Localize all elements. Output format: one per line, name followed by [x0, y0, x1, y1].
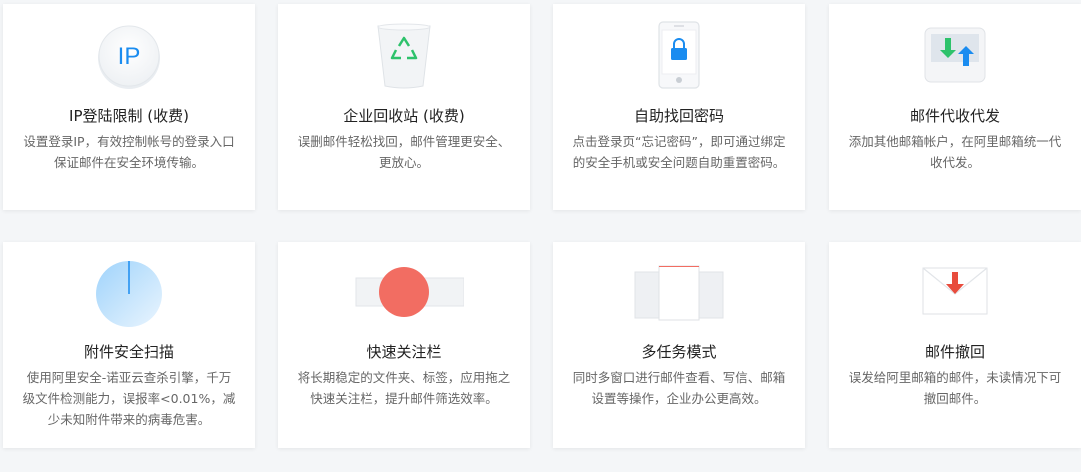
feature-title: 邮件撤回 [924, 343, 985, 361]
ip-icon-text: IP [118, 43, 141, 70]
feature-desc: 使用阿里安全-诺亚云查杀引擎，千万级文件检测能力，误报率<0.01%，减少未知附… [22, 370, 236, 427]
feature-title: 附件安全扫描 [83, 343, 174, 361]
feature-card-attachment-scan: 附件安全扫描 使用阿里安全-诺亚云查杀引擎，千万级文件检测能力，误报率<0.01… [3, 242, 255, 448]
quick-focus-icon [278, 258, 530, 330]
feature-desc: 误发给阿里邮箱的邮件，未读情况下可撤回邮件。 [848, 370, 1062, 406]
mail-recall-icon [829, 258, 1081, 330]
feature-grid: IP IP登陆限制 (收费) 设置登录IP，有效控制帐号的登录入口保证邮件在安全… [0, 0, 1081, 472]
feature-desc: 将长期稳定的文件夹、标签，应用拖之快速关注栏，提升邮件筛选效率。 [297, 370, 511, 406]
feature-title: 自助找回密码 [633, 107, 724, 125]
feature-card-ip-restriction: IP IP登陆限制 (收费) 设置登录IP，有效控制帐号的登录入口保证邮件在安全… [3, 4, 255, 210]
feature-desc: 添加其他邮箱帐户，在阿里邮箱统一代收代发。 [848, 134, 1062, 170]
feature-title: 多任务模式 [641, 343, 717, 361]
scan-icon [3, 258, 255, 330]
ip-icon: IP [3, 20, 255, 92]
feature-desc: 误删邮件轻松找回，邮件管理更安全、更放心。 [297, 134, 511, 170]
feature-card-quick-focus: 快速关注栏 将长期稳定的文件夹、标签，应用拖之快速关注栏，提升邮件筛选效率。 [278, 242, 530, 448]
feature-card-mail-recall: 邮件撤回 误发给阿里邮箱的邮件，未读情况下可撤回邮件。 [829, 242, 1081, 448]
feature-title: IP登陆限制 (收费) [69, 107, 189, 125]
feature-card-password-recovery: 自助找回密码 点击登录页“忘记密码”，即可通过绑定的安全手机或安全问题自助重置密… [553, 4, 805, 210]
feature-card-multitask: 多任务模式 同时多窗口进行邮件查看、写信、邮箱设置等操作，企业办公更高效。 [553, 242, 805, 448]
feature-title: 邮件代收代发 [909, 107, 1000, 125]
feature-card-recycle-bin: 企业回收站 (收费) 误删邮件轻松找回，邮件管理更安全、更放心。 [278, 4, 530, 210]
feature-desc: 同时多窗口进行邮件查看、写信、邮箱设置等操作，企业办公更高效。 [572, 370, 786, 406]
multitask-icon [553, 258, 805, 330]
feature-title: 快速关注栏 [366, 343, 442, 361]
mail-transfer-icon [829, 20, 1081, 92]
feature-desc: 设置登录IP，有效控制帐号的登录入口保证邮件在安全环境传输。 [23, 134, 235, 170]
feature-title: 企业回收站 (收费) [343, 107, 465, 125]
feature-desc: 点击登录页“忘记密码”，即可通过绑定的安全手机或安全问题自助重置密码。 [572, 134, 786, 170]
phone-lock-icon [553, 20, 805, 92]
recycle-bin-icon [278, 20, 530, 92]
feature-card-mail-proxy: 邮件代收代发 添加其他邮箱帐户，在阿里邮箱统一代收代发。 [829, 4, 1081, 210]
